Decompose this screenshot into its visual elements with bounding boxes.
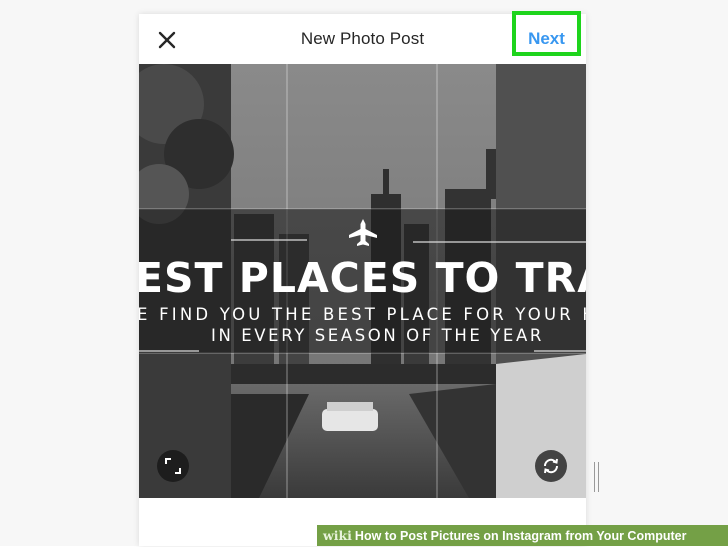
photo-headline: EST PLACES TO TRAVE xyxy=(139,254,586,302)
expand-icon xyxy=(165,458,181,474)
expand-button[interactable] xyxy=(157,450,189,482)
caption-text: to Post Pictures on Instagram from Your … xyxy=(381,529,687,543)
next-button[interactable]: Next xyxy=(512,29,581,49)
rotate-icon xyxy=(543,458,559,474)
caption-how: How xyxy=(354,529,382,543)
wikihow-caption: wiki How to Post Pictures on Instagram fr… xyxy=(317,525,728,546)
new-post-dialog: New Photo Post Next EST PLACES TO TR E F… xyxy=(139,11,586,546)
scrollbar-thumb[interactable] xyxy=(594,462,599,492)
rotate-button[interactable] xyxy=(535,450,567,482)
photo-preview[interactable]: EST PLACES TO TRAVE E FIND YOU THE BEST … xyxy=(139,64,586,498)
wikihow-brand: wiki xyxy=(323,528,352,543)
photo-image: EST PLACES TO TRAVE E FIND YOU THE BEST … xyxy=(139,64,586,498)
dialog-header: New Photo Post Next xyxy=(139,11,586,65)
photo-subline-1: E FIND YOU THE BEST PLACE FOR YOUR HOLI xyxy=(139,305,586,324)
photo-subline-2: IN EVERY SEASON OF THE YEAR xyxy=(211,326,544,345)
